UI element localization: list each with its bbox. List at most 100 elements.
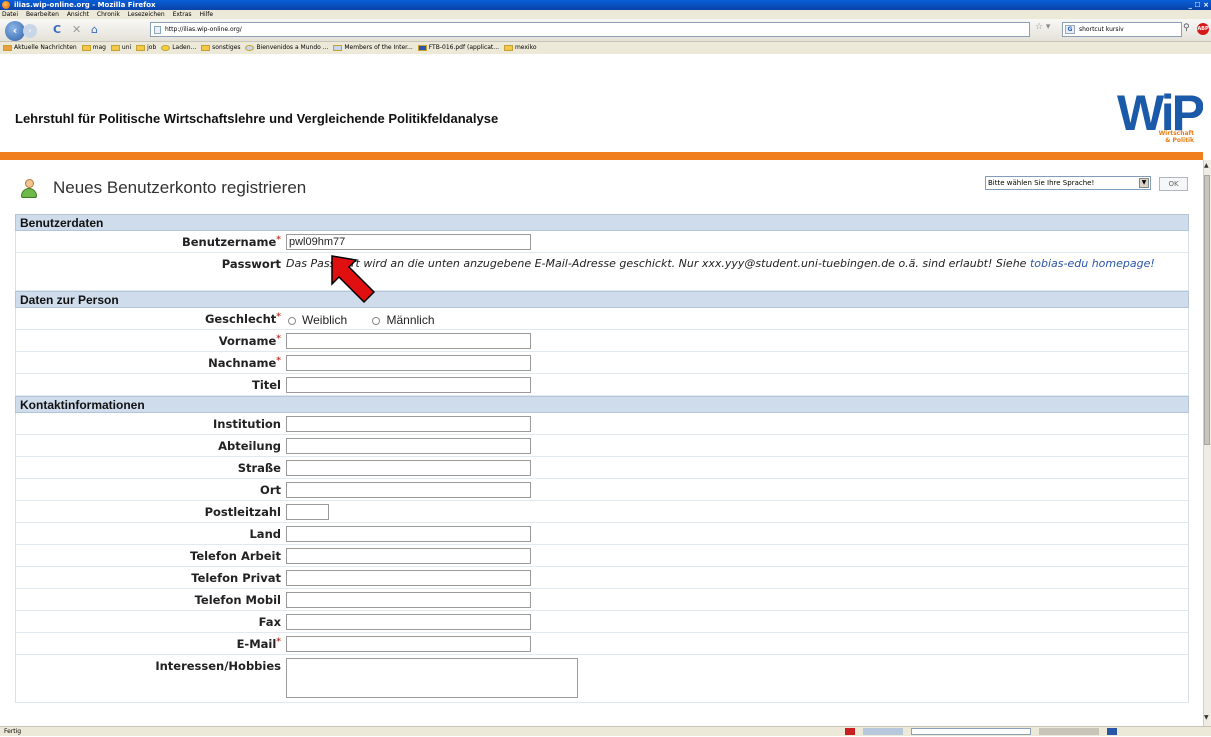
row-strasse: Straße — [15, 457, 1189, 479]
radio-button[interactable] — [288, 316, 296, 325]
menu-chronik[interactable]: Chronik — [97, 11, 120, 18]
folder-icon — [503, 44, 513, 51]
search-input[interactable]: G shortcut kursiv — [1062, 22, 1182, 37]
status-search-field[interactable] — [910, 728, 1031, 735]
status-addons — [845, 728, 1210, 736]
row-ort: Ort — [15, 479, 1189, 501]
back-arrow-icon[interactable]: ‹ — [5, 21, 25, 41]
bookmark-folder[interactable]: uni — [110, 42, 131, 54]
label-email: E-Mail* — [236, 637, 281, 651]
row-tel-mobil: Telefon Mobil — [15, 589, 1189, 611]
forward-arrow-icon[interactable]: › — [23, 24, 37, 38]
homepage-link[interactable]: tobias-edu homepage! — [1030, 257, 1155, 270]
bookmark-item[interactable]: Aktuelle Nachrichten — [3, 42, 77, 54]
row-land: Land — [15, 523, 1189, 545]
bookmark-item[interactable]: Members of the Inter... — [333, 42, 413, 54]
bookmark-folder[interactable]: mexiko — [503, 42, 537, 54]
label-fax: Fax — [258, 615, 281, 629]
bookmark-item[interactable]: Bienvenidos a Mundo ... — [245, 42, 328, 54]
scroll-down-icon[interactable]: ▼ — [1204, 714, 1209, 721]
reload-icon[interactable]: C — [53, 23, 61, 37]
tel-mobil-input[interactable] — [286, 592, 531, 608]
url-bar[interactable]: http://ilias.wip-online.org/ — [150, 22, 1030, 37]
institution-input[interactable] — [286, 416, 531, 432]
registration-form: Benutzerdaten Benutzername* pwl09hm77 Pa… — [15, 214, 1189, 703]
menu-extras[interactable]: Extras — [173, 11, 192, 18]
bookmark-folder[interactable]: job — [136, 42, 156, 54]
bookmark-folder[interactable]: sonstiges — [201, 42, 241, 54]
window-controls[interactable]: _ ☐ × — [1188, 0, 1209, 10]
strasse-input[interactable] — [286, 460, 531, 476]
menu-ansicht[interactable]: Ansicht — [67, 11, 89, 18]
label-ort: Ort — [260, 483, 281, 497]
google-icon[interactable]: G — [1065, 25, 1075, 34]
titel-input[interactable] — [286, 377, 531, 393]
email-input[interactable] — [286, 636, 531, 652]
bookmark-folder[interactable]: mag — [81, 42, 106, 54]
radio-weiblich[interactable]: Weiblich — [288, 313, 347, 327]
label-tel-privat: Telefon Privat — [191, 571, 281, 585]
addon-icon[interactable] — [845, 728, 855, 735]
media-controls[interactable] — [862, 728, 903, 735]
row-passwort: Passwort Das Passwort wird an die unten … — [15, 253, 1189, 291]
radio-maennlich[interactable]: Männlich — [372, 313, 435, 327]
wip-logo[interactable]: WiP Wirtschaft & Politik — [1117, 84, 1203, 154]
ok-button[interactable]: OK — [1159, 177, 1188, 191]
tel-arbeit-input[interactable] — [286, 548, 531, 564]
rss-icon — [3, 44, 12, 51]
row-abteilung: Abteilung — [15, 435, 1189, 457]
stop-icon[interactable]: ✕ — [72, 23, 81, 37]
scrollbar-thumb[interactable] — [1204, 175, 1210, 445]
folder-icon — [110, 44, 120, 51]
benutzername-input[interactable]: pwl09hm77 — [286, 234, 531, 250]
section-kontakt: Kontaktinformationen — [15, 396, 1189, 413]
page-icon — [154, 26, 161, 34]
bookmark-item[interactable]: FTB-016.pdf (applicat... — [417, 42, 499, 54]
search-icon[interactable]: ⚲ — [1183, 23, 1190, 33]
section-benutzerdaten: Benutzerdaten — [15, 214, 1189, 231]
row-plz: Postleitzahl — [15, 501, 1189, 523]
abteilung-input[interactable] — [286, 438, 531, 454]
scroll-up-icon[interactable]: ▲ — [1204, 162, 1209, 169]
globe-icon — [245, 44, 255, 51]
label-land: Land — [249, 527, 281, 541]
label-geschlecht: Geschlecht* — [204, 312, 281, 326]
tel-privat-input[interactable] — [286, 570, 531, 586]
label-passwort: Passwort — [221, 257, 281, 271]
window-titlebar: ilias.wip-online.org - Mozilla Firefox _… — [0, 0, 1211, 10]
passwort-hint: Das Passwort wird an die unten anzugeben… — [286, 257, 1155, 270]
adblock-icon[interactable]: ABP — [1197, 23, 1209, 35]
bookmark-item[interactable]: Laden... — [161, 42, 196, 54]
menu-datei[interactable]: Datei — [2, 11, 18, 18]
label-benutzername: Benutzername* — [181, 235, 281, 249]
shield-icon — [333, 44, 343, 51]
hobbies-textarea[interactable] — [286, 658, 578, 698]
vorname-input[interactable] — [286, 333, 531, 349]
url-text: http://ilias.wip-online.org/ — [165, 26, 242, 33]
row-institution: Institution — [15, 413, 1189, 435]
bookmark-star-icon[interactable]: ☆ ▾ — [1035, 22, 1050, 32]
page-content: Lehrstuhl für Politische Wirtschaftslehr… — [0, 54, 1203, 726]
row-tel-privat: Telefon Privat — [15, 567, 1189, 589]
language-select[interactable]: Bitte wählen Sie Ihre Sprache! ▼ — [985, 176, 1151, 190]
label-plz: Postleitzahl — [204, 505, 281, 519]
nachname-input[interactable] — [286, 355, 531, 371]
skype-icon[interactable] — [1106, 728, 1117, 735]
status-icons[interactable] — [1038, 728, 1099, 735]
menu-lesezeichen[interactable]: Lesezeichen — [128, 11, 165, 18]
menu-hilfe[interactable]: Hilfe — [199, 11, 213, 18]
menu-bearbeiten[interactable]: Bearbeiten — [26, 11, 59, 18]
navigation-toolbar: ‹ › C ✕ ⌂ http://ilias.wip-online.org/ ☆… — [0, 19, 1211, 42]
header-divider — [0, 152, 1203, 160]
annotation-arrow-icon — [331, 255, 376, 304]
menu-bar: Datei Bearbeiten Ansicht Chronik Lesezei… — [0, 10, 1211, 19]
fax-input[interactable] — [286, 614, 531, 630]
land-input[interactable] — [286, 526, 531, 542]
plz-input[interactable] — [286, 504, 329, 520]
chevron-down-icon[interactable]: ▼ — [1139, 178, 1149, 188]
home-icon[interactable]: ⌂ — [91, 23, 98, 37]
radio-button[interactable] — [372, 316, 381, 325]
label-hobbies: Interessen/Hobbies — [155, 659, 281, 673]
ort-input[interactable] — [286, 482, 531, 498]
label-tel-arbeit: Telefon Arbeit — [190, 549, 281, 563]
